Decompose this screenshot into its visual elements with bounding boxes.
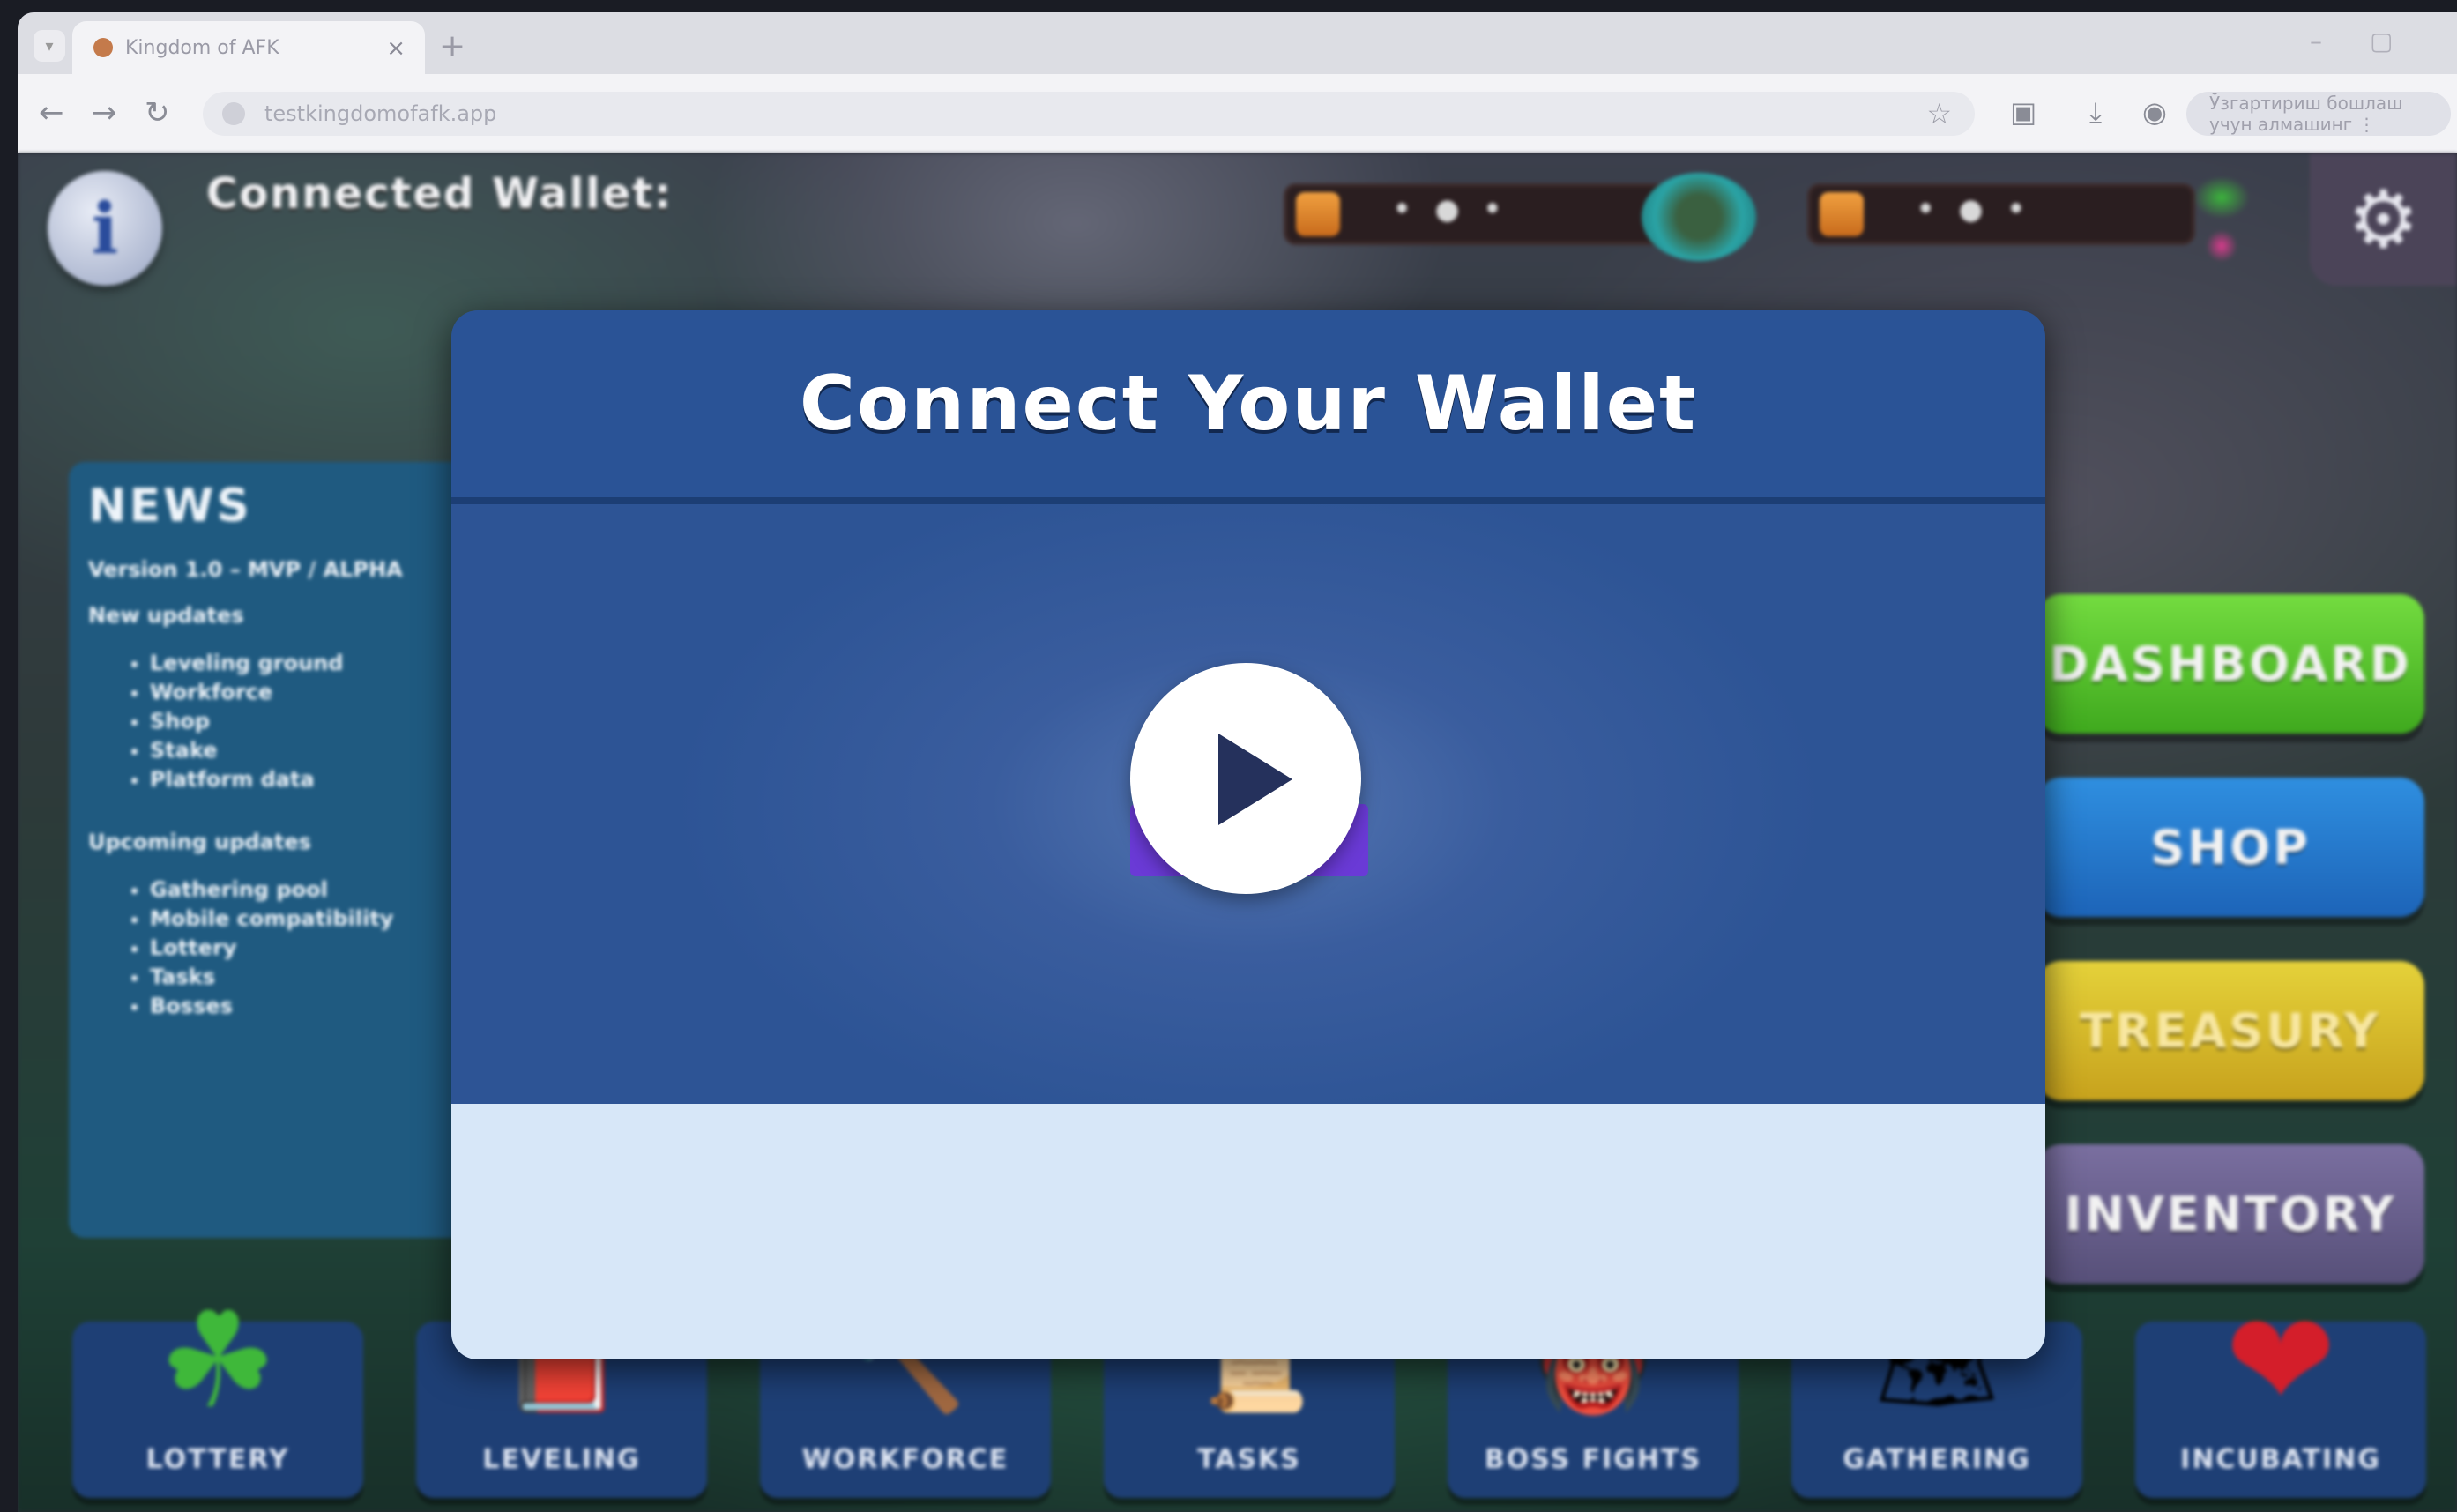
news-title: NEWS bbox=[88, 480, 252, 533]
resource-value: • ● • bbox=[1917, 192, 2033, 226]
maximize-icon[interactable]: ▢ bbox=[2370, 26, 2393, 56]
gold-coin-icon bbox=[1296, 192, 1340, 236]
forward-icon[interactable]: → bbox=[92, 95, 117, 130]
reload-icon[interactable]: ↻ bbox=[145, 95, 170, 130]
extension-icon[interactable]: ▣ bbox=[2010, 95, 2036, 129]
resource-bar-gem: • ● • bbox=[1807, 183, 2195, 245]
heart-icon: ❤ bbox=[2225, 1285, 2336, 1438]
list-item: Tasks bbox=[150, 963, 455, 992]
bookmark-star-icon[interactable]: ☆ bbox=[1926, 97, 1952, 130]
url-text: testkingdomofafk.app bbox=[264, 101, 497, 126]
tab-close-icon[interactable]: × bbox=[386, 35, 406, 62]
dashboard-button[interactable]: DASHBOARD bbox=[2036, 594, 2424, 734]
nav-label: LEVELING bbox=[482, 1444, 641, 1475]
nav-label: LOTTERY bbox=[145, 1444, 290, 1475]
nav-label: WORKFORCE bbox=[801, 1444, 1009, 1475]
minimize-icon[interactable]: – bbox=[2310, 26, 2322, 56]
play-button[interactable] bbox=[1130, 663, 1361, 894]
news-version: Version 1.0 – MVP / ALPHA bbox=[88, 557, 403, 582]
list-item: Stake bbox=[150, 736, 455, 765]
tab-title: Kingdom of AFK bbox=[125, 36, 279, 59]
site-info-icon[interactable] bbox=[222, 102, 245, 125]
account-icon[interactable]: ◉ bbox=[2142, 95, 2167, 129]
incubating-button[interactable]: ❤ INCUBATING bbox=[2135, 1295, 2426, 1498]
list-item: Shop bbox=[150, 707, 455, 736]
resource-value: • ● • bbox=[1393, 192, 1509, 226]
tab-search-icon[interactable]: ▾ bbox=[34, 30, 65, 62]
nav-label: BOSS FIGHTS bbox=[1484, 1444, 1702, 1475]
news-new-updates-heading: New updates bbox=[88, 603, 244, 628]
new-updates-list: Leveling ground Workforce Shop Stake Pla… bbox=[88, 649, 455, 794]
browser-tab[interactable]: Kingdom of AFK × bbox=[72, 21, 425, 74]
profile-chip[interactable]: Ўзгартириш бошлаш учун алмашинг ⋮ bbox=[2186, 92, 2451, 136]
list-item: Gathering pool bbox=[150, 875, 455, 905]
mushroom-icon bbox=[2186, 171, 2257, 268]
chest-icon bbox=[1642, 173, 1756, 261]
connect-wallet-modal: Connect Your Wallet bbox=[451, 310, 2045, 1359]
gold-coin-icon bbox=[1820, 192, 1864, 236]
inventory-button[interactable]: INVENTORY bbox=[2036, 1144, 2424, 1284]
info-button[interactable]: i bbox=[48, 171, 162, 286]
list-item: Platform data bbox=[150, 765, 455, 794]
modal-title: Connect Your Wallet bbox=[799, 360, 1698, 448]
new-tab-icon[interactable]: + bbox=[439, 28, 465, 64]
browser-window: ▾ Kingdom of AFK × + – ▢ ← → ↻ testkingd… bbox=[18, 12, 2457, 1512]
modal-footer bbox=[451, 1104, 2045, 1359]
list-item: Workforce bbox=[150, 678, 455, 707]
nav-label: TASKS bbox=[1197, 1444, 1301, 1475]
favicon-icon bbox=[93, 38, 113, 57]
address-bar[interactable]: testkingdomofafk.app ☆ bbox=[203, 92, 1975, 136]
play-icon bbox=[1218, 734, 1292, 825]
upcoming-updates-list: Gathering pool Mobile compatibility Lott… bbox=[88, 875, 455, 1021]
resource-bar-gold: • ● • bbox=[1284, 183, 1672, 245]
nav-label: INCUBATING bbox=[2180, 1444, 2381, 1475]
news-upcoming-heading: Upcoming updates bbox=[88, 830, 311, 854]
list-item: Mobile compatibility bbox=[150, 905, 455, 934]
news-panel: NEWS Version 1.0 – MVP / ALPHA New updat… bbox=[69, 462, 474, 1238]
modal-header: Connect Your Wallet bbox=[451, 310, 2045, 504]
list-item: Bosses bbox=[150, 992, 455, 1021]
settings-button[interactable]: ⚙ bbox=[2310, 153, 2457, 286]
shop-button[interactable]: SHOP bbox=[2036, 778, 2424, 917]
modal-body bbox=[451, 504, 2045, 1104]
connected-wallet-label: Connected Wallet: bbox=[206, 169, 674, 219]
download-icon[interactable]: ⤓ bbox=[2089, 95, 2102, 130]
list-item: Lottery bbox=[150, 934, 455, 963]
treasury-button[interactable]: TREASURY bbox=[2036, 961, 2424, 1100]
back-icon[interactable]: ← bbox=[39, 95, 64, 130]
lottery-button[interactable]: ☘ LOTTERY bbox=[72, 1295, 363, 1498]
gear-icon: ⚙ bbox=[2348, 173, 2419, 266]
browser-toolbar: ← → ↻ testkingdomofafk.app ☆ ▣ ⤓ ◉ Ўзгар… bbox=[18, 74, 2457, 153]
list-item: Leveling ground bbox=[150, 649, 455, 678]
clover-icon: ☘ bbox=[158, 1285, 278, 1438]
nav-label: GATHERING bbox=[1843, 1444, 2031, 1475]
tab-strip: ▾ Kingdom of AFK × + – ▢ bbox=[18, 12, 2457, 74]
